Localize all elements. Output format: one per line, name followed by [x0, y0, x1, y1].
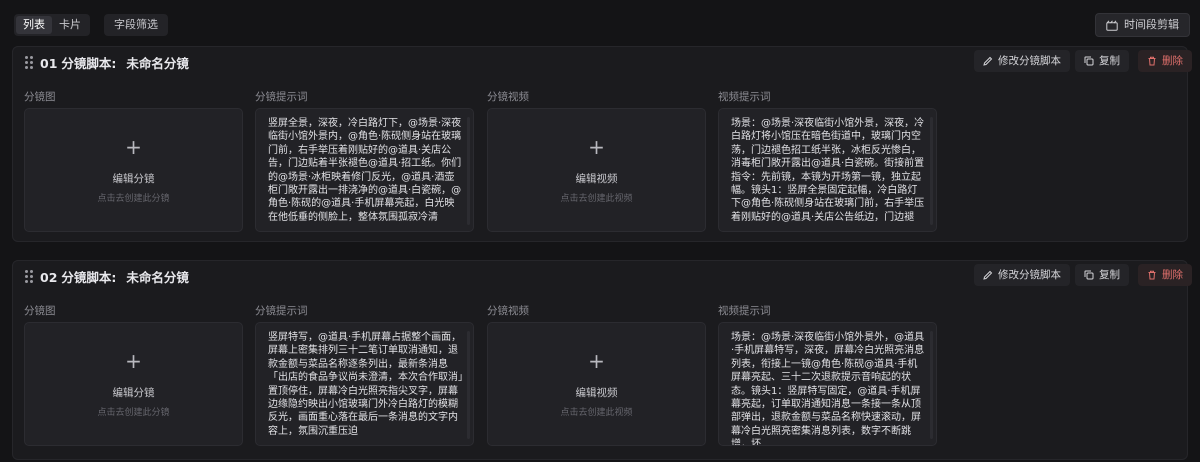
- film-icon: [1106, 19, 1118, 31]
- create-storyboard-hint: 点击去创建此分镜: [97, 194, 170, 204]
- column-label-storyboard-prompt: 分镜提示词: [255, 305, 308, 317]
- copy-icon: [1084, 270, 1094, 280]
- scene-name: 未命名分镜: [126, 56, 189, 71]
- column-label-storyboard-image: 分镜图: [24, 305, 56, 317]
- top-toolbar: 列表 卡片 字段筛选 时间段剪辑: [0, 0, 1200, 44]
- scene-card-header: 01 分镜脚本: 未命名分镜 修改分镜脚本 复制 删除: [13, 47, 1192, 77]
- plus-icon: +: [588, 135, 605, 159]
- plus-icon: +: [588, 349, 605, 373]
- drag-handle-icon[interactable]: [25, 56, 33, 69]
- storyboard-prompt-text[interactable]: 竖屏全景，深夜，冷白路灯下，@场景·深夜临街小馆外景内，@角色·陈砚侧身站在玻璃…: [255, 108, 474, 232]
- copy-label: 复制: [1099, 269, 1120, 281]
- delete-label: 删除: [1162, 55, 1183, 67]
- timeline-edit-button[interactable]: 时间段剪辑: [1095, 13, 1190, 37]
- column-label-storyboard-video: 分镜视频: [487, 305, 529, 317]
- field-filter-button[interactable]: 字段筛选: [104, 14, 168, 36]
- trash-icon: [1147, 270, 1157, 280]
- edit-storyboard-label: 编辑分镜: [112, 173, 155, 185]
- edit-video-label: 编辑视频: [575, 387, 618, 399]
- column-label-storyboard-video: 分镜视频: [487, 91, 529, 103]
- storyboard-video-placeholder[interactable]: + 编辑视频 点击去创建此视频: [487, 108, 706, 232]
- video-prompt-text[interactable]: 场景：@场景·深夜临街小馆外景外，@道具·手机屏幕特写，深夜，屏幕冷白光照亮消息…: [718, 322, 937, 446]
- edit-script-label: 修改分镜脚本: [998, 55, 1061, 67]
- create-video-hint: 点击去创建此视频: [560, 408, 633, 418]
- scene-card-header: 02 分镜脚本: 未命名分镜 修改分镜脚本 复制 删除: [13, 261, 1192, 291]
- edit-script-button[interactable]: 修改分镜脚本: [974, 264, 1070, 286]
- scene-title: 02 分镜脚本: 未命名分镜: [40, 267, 189, 286]
- view-card-tab[interactable]: 卡片: [52, 16, 88, 34]
- pencil-icon: [983, 270, 993, 280]
- column-label-video-prompt: 视频提示词: [718, 91, 771, 103]
- create-storyboard-hint: 点击去创建此分镜: [97, 408, 170, 418]
- copy-label: 复制: [1099, 55, 1120, 67]
- copy-icon: [1084, 56, 1094, 66]
- copy-button[interactable]: 复制: [1075, 264, 1129, 286]
- plus-icon: +: [125, 349, 142, 373]
- create-video-hint: 点击去创建此视频: [560, 194, 633, 204]
- column-label-storyboard-image: 分镜图: [24, 91, 56, 103]
- pencil-icon: [983, 56, 993, 66]
- delete-button[interactable]: 删除: [1138, 264, 1192, 286]
- edit-video-label: 编辑视频: [575, 173, 618, 185]
- scene-script-label: 分镜脚本:: [61, 270, 117, 285]
- copy-button[interactable]: 复制: [1075, 50, 1129, 72]
- edit-storyboard-label: 编辑分镜: [112, 387, 155, 399]
- timeline-edit-label: 时间段剪辑: [1124, 18, 1179, 31]
- storyboard-video-placeholder[interactable]: + 编辑视频 点击去创建此视频: [487, 322, 706, 446]
- trash-icon: [1147, 56, 1157, 66]
- scene-card: 01 分镜脚本: 未命名分镜 修改分镜脚本 复制 删除 分镜图 分镜提示词 分镜视频…: [12, 46, 1192, 242]
- scene-number: 02: [40, 270, 58, 285]
- storyboard-prompt-text[interactable]: 竖屏特写，@道具·手机屏幕占据整个画面，屏幕上密集排列三十二笔订单取消通知，退款…: [255, 322, 474, 446]
- video-prompt-text[interactable]: 场景：@场景·深夜临街小馆外景，深夜，冷白路灯将小馆压在暗色街道中，玻璃门内空荡…: [718, 108, 937, 232]
- drag-handle-icon[interactable]: [25, 270, 33, 283]
- scene-card: 02 分镜脚本: 未命名分镜 修改分镜脚本 复制 删除 分镜图 分镜提示词 分镜视频…: [12, 260, 1192, 460]
- scene-number: 01: [40, 56, 58, 71]
- edit-script-label: 修改分镜脚本: [998, 269, 1061, 281]
- edit-script-button[interactable]: 修改分镜脚本: [974, 50, 1070, 72]
- view-toggle: 列表 卡片: [14, 14, 90, 36]
- column-label-video-prompt: 视频提示词: [718, 305, 771, 317]
- storyboard-image-placeholder[interactable]: + 编辑分镜 点击去创建此分镜: [24, 322, 243, 446]
- delete-button[interactable]: 删除: [1138, 50, 1192, 72]
- storyboard-image-placeholder[interactable]: + 编辑分镜 点击去创建此分镜: [24, 108, 243, 232]
- plus-icon: +: [125, 135, 142, 159]
- scene-script-label: 分镜脚本:: [61, 56, 117, 71]
- column-label-storyboard-prompt: 分镜提示词: [255, 91, 308, 103]
- view-list-tab[interactable]: 列表: [16, 16, 52, 34]
- delete-label: 删除: [1162, 269, 1183, 281]
- scene-name: 未命名分镜: [126, 270, 189, 285]
- scene-title: 01 分镜脚本: 未命名分镜: [40, 53, 189, 72]
